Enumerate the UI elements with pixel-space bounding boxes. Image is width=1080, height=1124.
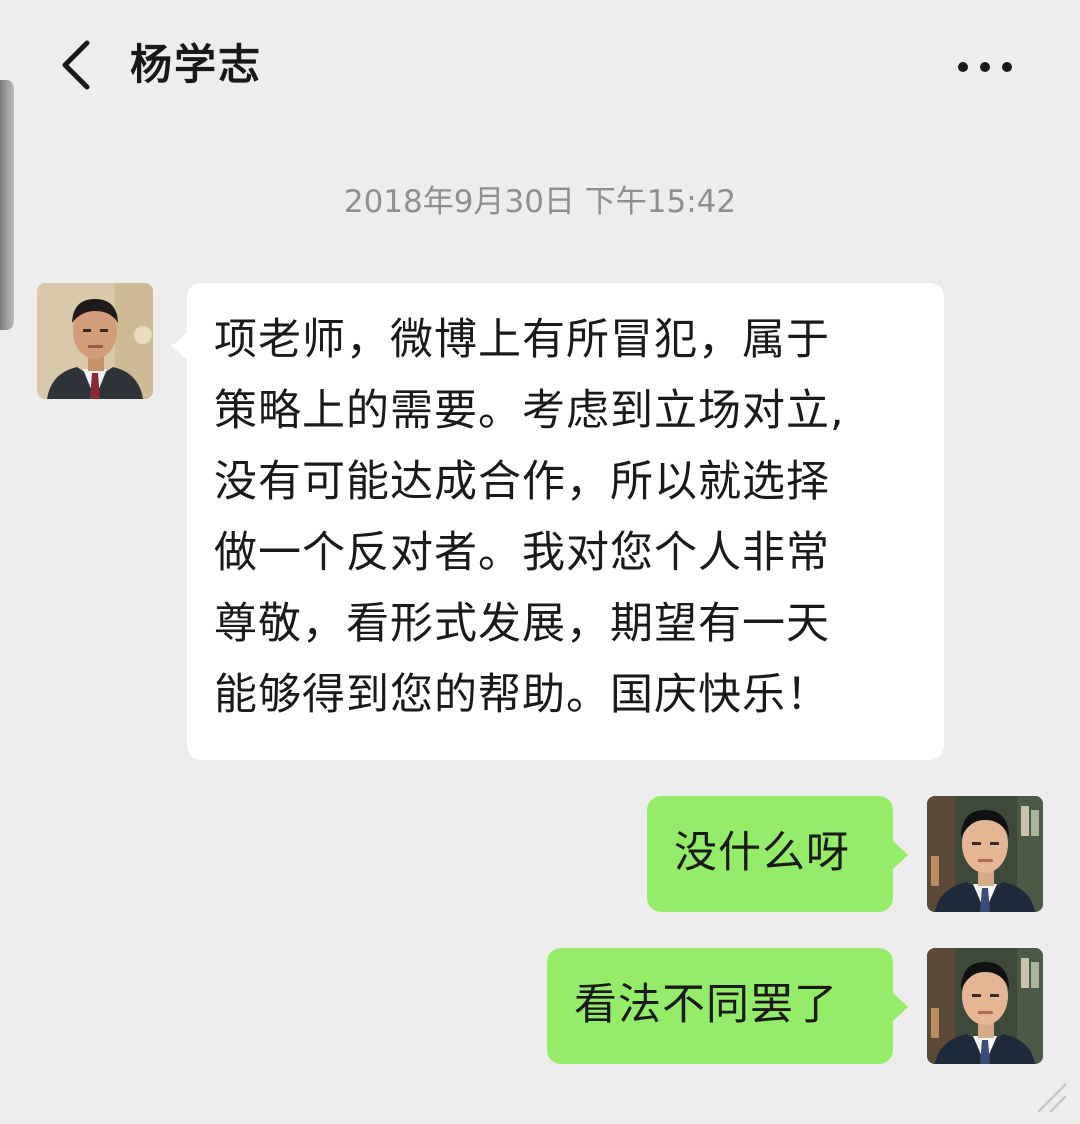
message-line: 能够得到您的帮助。国庆快乐！ bbox=[214, 670, 830, 720]
message-bubble-outgoing[interactable]: 没什么呀 bbox=[647, 796, 908, 912]
bubble-tail bbox=[892, 992, 908, 1022]
message-line: 尊敬，看形式发展，期望有一天 bbox=[214, 599, 830, 649]
back-button[interactable] bbox=[40, 30, 110, 100]
message-bubble-incoming[interactable]: 项老师，微博上有所冒犯，属于 策略上的需要。考虑到立场对立, 没有可能达成合作，… bbox=[172, 283, 944, 760]
bubble-tail bbox=[172, 331, 188, 361]
user-avatar[interactable] bbox=[927, 796, 1043, 912]
message-text: 看法不同罢了 bbox=[574, 980, 838, 1030]
message-line: 做一个反对者。我对您个人非常 bbox=[214, 528, 830, 578]
message-line: 没有可能达成合作，所以就选择 bbox=[214, 457, 830, 507]
bubble-tail bbox=[892, 840, 908, 870]
message-line: 策略上的需要。考虑到立场对立, bbox=[214, 386, 845, 436]
chevron-left-icon bbox=[62, 40, 90, 90]
message-bubble-outgoing[interactable]: 看法不同罢了 bbox=[547, 948, 908, 1064]
corner-watermark-icon bbox=[1037, 1083, 1067, 1113]
chat-header: 杨学志 bbox=[0, 0, 1080, 130]
message-text: 没什么呀 bbox=[674, 828, 850, 878]
user-avatar[interactable] bbox=[927, 948, 1043, 1064]
more-dots-icon bbox=[958, 62, 1012, 72]
message-line: 项老师，微博上有所冒犯，属于 bbox=[214, 315, 830, 365]
contact-avatar[interactable] bbox=[37, 283, 153, 399]
message-timestamp: 2018年9月30日 下午15:42 bbox=[343, 184, 737, 220]
contact-name: 杨学志 bbox=[130, 40, 263, 89]
more-button[interactable] bbox=[940, 40, 1030, 94]
chat-screen: 杨学志 2018年9月30日 下午15:42 项老师，微博上有所冒犯，属于 策略… bbox=[0, 0, 1080, 1124]
